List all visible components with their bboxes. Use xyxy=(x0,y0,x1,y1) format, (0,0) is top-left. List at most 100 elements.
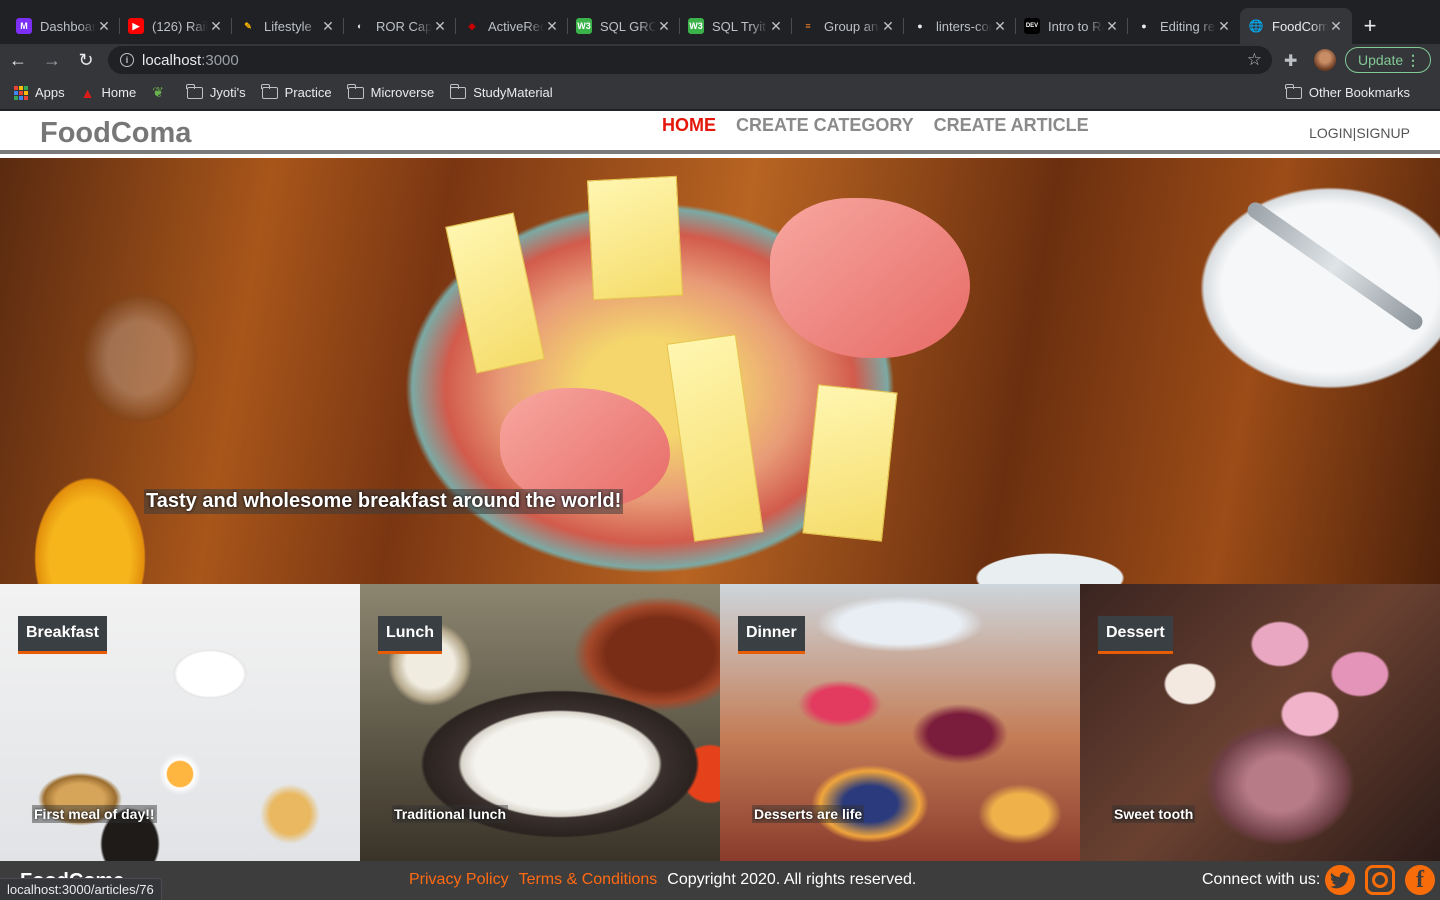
more-vert-icon: ⋮ xyxy=(1406,51,1420,68)
extensions-puzzle-icon[interactable]: ✚ xyxy=(1284,51,1297,71)
bookmark-star-icon[interactable]: ☆ xyxy=(1247,50,1262,70)
status-bar-url: localhost:3000/articles/76 xyxy=(0,878,162,900)
bookmarks-bar: Apps ▲ Home ❦ Jyoti's Practice Microvers… xyxy=(0,76,1440,110)
article-title[interactable]: Sweet tooth xyxy=(1112,805,1196,823)
address-bar[interactable]: i localhost:3000 ☆ xyxy=(108,46,1272,74)
new-tab-button[interactable]: + xyxy=(1352,8,1388,44)
apps-grid-icon xyxy=(14,85,28,100)
update-button[interactable]: Update ⋮ xyxy=(1345,47,1431,73)
site-logo[interactable]: FoodComa xyxy=(40,117,191,150)
nav-create-article[interactable]: CREATE ARTICLE xyxy=(934,115,1089,136)
signup-link[interactable]: SIGNUP xyxy=(1356,125,1410,141)
terms-link[interactable]: Terms & Conditions xyxy=(519,871,658,889)
bookmark-folder-microverse[interactable]: Microverse xyxy=(347,83,435,100)
bookmark-folder-jyotis[interactable]: Jyoti's xyxy=(186,83,246,100)
tab-title: Group and xyxy=(824,18,880,34)
bookmark-label: Microverse xyxy=(370,85,435,100)
category-cards: Breakfast First meal of day!! Lunch Trad… xyxy=(0,584,1440,861)
close-icon[interactable]: ✕ xyxy=(96,18,112,35)
tab-title: ActiveRecord xyxy=(488,18,544,34)
browser-tab[interactable]: ● linters-config✕ xyxy=(904,8,1016,44)
dev-icon: DEV xyxy=(1024,18,1040,34)
bookmark-home[interactable]: ▲ Home xyxy=(81,85,137,101)
hero-food-image xyxy=(770,198,970,358)
close-icon[interactable]: ✕ xyxy=(880,18,896,35)
close-icon[interactable]: ✕ xyxy=(544,18,560,35)
bookmark-label: Practice xyxy=(284,85,332,100)
connect-label: Connect with us: xyxy=(1202,871,1321,888)
angular-icon: ▲ xyxy=(80,84,95,101)
browser-tab[interactable]: ◐ ROR Capstone✕ xyxy=(344,8,456,44)
hero-caption[interactable]: Tasty and wholesome breakfast around the… xyxy=(144,489,624,514)
forward-icon[interactable]: → xyxy=(36,44,68,76)
bookmark-folder-studymaterial[interactable]: StudyMaterial xyxy=(449,83,553,100)
close-icon[interactable]: ✕ xyxy=(1216,18,1232,35)
pencil-icon: ✎ xyxy=(244,20,252,31)
close-icon[interactable]: ✕ xyxy=(1328,18,1344,35)
browser-tab[interactable]: M Dashboard✕ xyxy=(8,8,120,44)
category-card-breakfast[interactable]: Breakfast First meal of day!! xyxy=(0,584,360,861)
browser-tab[interactable]: W3 SQL GROUP✕ xyxy=(568,8,680,44)
tab-title: Dashboard xyxy=(40,18,96,34)
browser-tab[interactable]: ◆ ActiveRecord✕ xyxy=(456,8,568,44)
browser-tab[interactable]: ● Editing readme✕ xyxy=(1128,8,1240,44)
browser-tab[interactable]: W3 SQL Tryit ✕ xyxy=(680,8,792,44)
privacy-policy-link[interactable]: Privacy Policy xyxy=(409,871,509,889)
browser-tab-active[interactable]: 🌐 FoodComa✕ xyxy=(1240,8,1352,44)
nav-create-category[interactable]: CREATE CATEGORY xyxy=(736,115,914,136)
bookmark-label: StudyMaterial xyxy=(473,85,553,100)
tab-strip: MDashboard✕ ▶(126) Rails✕ ✎Lifestyle✕ ◐R… xyxy=(0,0,1440,44)
nav-home[interactable]: HOME xyxy=(662,115,716,136)
category-label[interactable]: Dessert xyxy=(1098,616,1173,654)
bookmark-leaf[interactable]: ❦ xyxy=(152,84,171,101)
close-icon[interactable]: ✕ xyxy=(656,18,672,35)
category-card-lunch[interactable]: Lunch Traditional lunch xyxy=(360,584,720,861)
reload-icon[interactable]: ↻ xyxy=(70,44,102,76)
category-label[interactable]: Breakfast xyxy=(18,616,107,654)
browser-toolbar: ← → ↻ i localhost:3000 ☆ ✚ Update ⋮ xyxy=(0,44,1440,76)
category-label[interactable]: Lunch xyxy=(378,616,442,654)
footer-links: Privacy Policy Terms & Conditions Copyri… xyxy=(409,871,916,889)
info-icon[interactable]: i xyxy=(120,53,134,67)
instagram-icon[interactable] xyxy=(1365,865,1395,895)
facebook-icon[interactable]: f xyxy=(1405,865,1435,895)
article-title[interactable]: Desserts are life xyxy=(752,805,865,823)
tab-title: SQL GROUP xyxy=(600,18,656,34)
close-icon[interactable]: ✕ xyxy=(768,18,784,35)
url-port: :3000 xyxy=(201,51,239,69)
tab-favicon: M xyxy=(16,18,32,34)
browser-tab[interactable]: DEV Intro to Rails✕ xyxy=(1016,8,1128,44)
close-icon[interactable]: ✕ xyxy=(992,18,1008,35)
tab-title: ROR Capstone xyxy=(376,18,432,34)
back-icon[interactable]: ← xyxy=(2,44,34,76)
category-card-dinner[interactable]: Dinner Desserts are life xyxy=(720,584,1080,861)
twitter-icon[interactable] xyxy=(1325,865,1355,895)
close-icon[interactable]: ✕ xyxy=(208,18,224,35)
bookmark-apps[interactable]: Apps xyxy=(14,85,65,100)
login-link[interactable]: LOGIN xyxy=(1309,125,1353,141)
browser-tab[interactable]: ✎ Lifestyle ✕ xyxy=(232,8,344,44)
close-icon[interactable]: ✕ xyxy=(320,18,336,35)
w3schools-icon: W3 xyxy=(576,18,592,34)
bookmark-folder-practice[interactable]: Practice xyxy=(261,83,332,100)
category-label[interactable]: Dinner xyxy=(738,616,805,654)
close-icon[interactable]: ✕ xyxy=(1104,18,1120,35)
stackoverflow-icon: ≡ xyxy=(805,21,811,31)
featured-article-hero[interactable]: Tasty and wholesome breakfast around the… xyxy=(0,158,1440,584)
url-host: localhost xyxy=(142,51,202,69)
category-card-dessert[interactable]: Dessert Sweet tooth xyxy=(1080,584,1440,861)
tab-title: Intro to Rails xyxy=(1048,18,1104,34)
other-bookmarks[interactable]: Other Bookmarks xyxy=(1285,83,1410,100)
site-header: FoodComa HOME CREATE CATEGORY CREATE ART… xyxy=(0,111,1440,154)
github-icon: ◐ xyxy=(357,21,363,31)
browser-tab[interactable]: ▶ (126) Rails✕ xyxy=(120,8,232,44)
youtube-icon: ▶ xyxy=(128,18,144,34)
rails-icon: ◆ xyxy=(468,20,476,31)
article-title[interactable]: Traditional lunch xyxy=(392,805,509,823)
bookmark-label: Jyoti's xyxy=(209,85,246,100)
close-icon[interactable]: ✕ xyxy=(432,18,448,35)
folder-icon xyxy=(449,83,467,99)
browser-tab[interactable]: ≡ Group and ✕ xyxy=(792,8,904,44)
article-title[interactable]: First meal of day!! xyxy=(32,805,157,823)
avatar[interactable] xyxy=(1314,49,1336,71)
